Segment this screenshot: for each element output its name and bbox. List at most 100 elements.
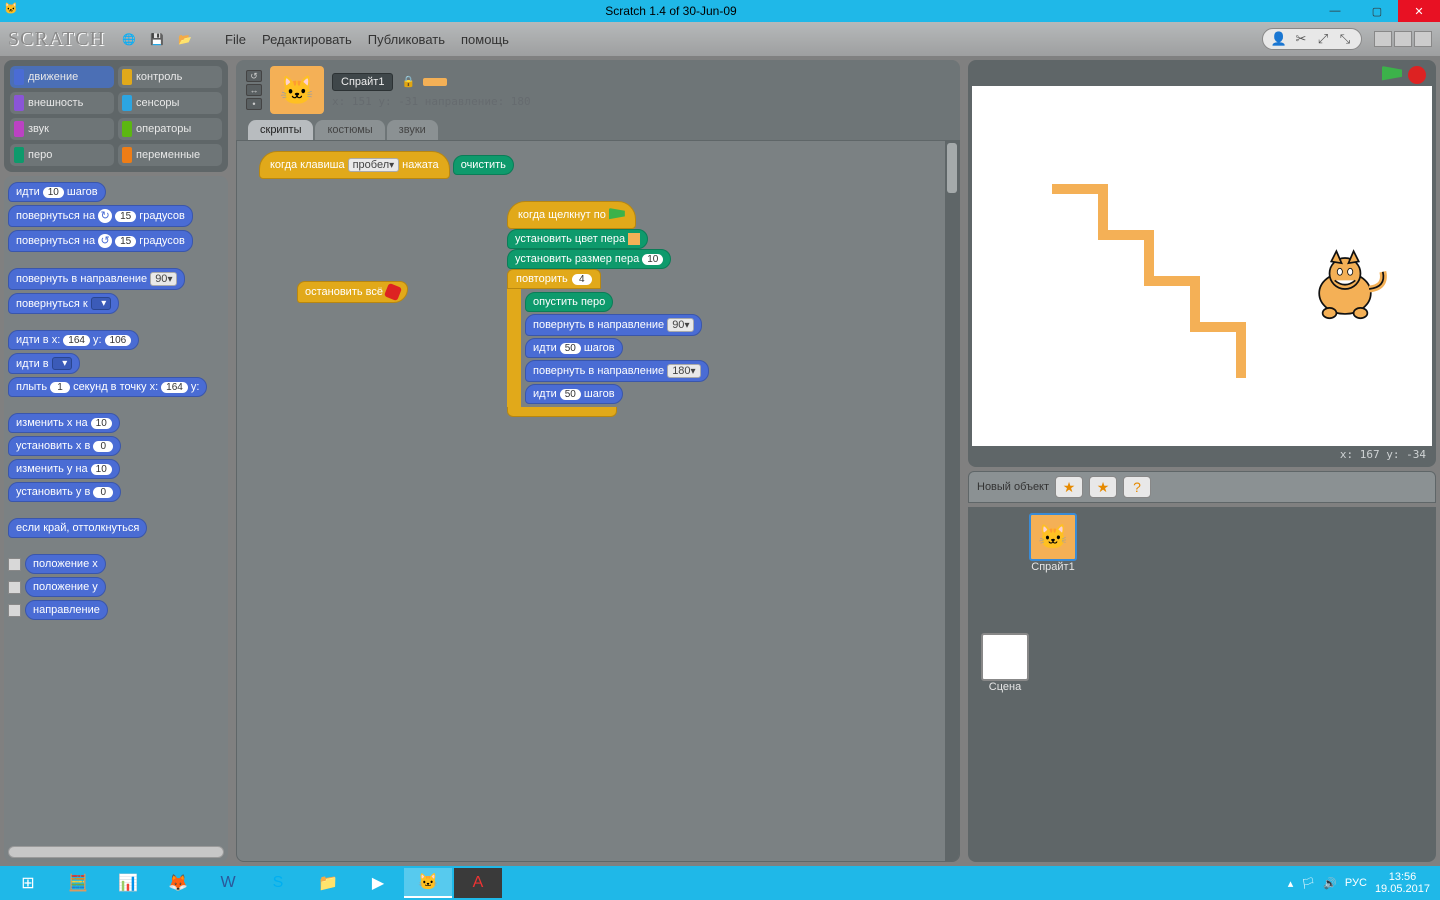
- shrink-icon[interactable]: ⤡: [1337, 31, 1353, 47]
- stop-button[interactable]: [1408, 66, 1426, 84]
- block-change-y[interactable]: изменить y на10: [8, 459, 120, 479]
- category-motion[interactable]: движение: [10, 66, 114, 88]
- surprise-sprite-button[interactable]: ?: [1123, 476, 1151, 498]
- direction-dropdown[interactable]: 90▾: [150, 272, 177, 286]
- taskbar-firefox[interactable]: 🦊: [154, 868, 202, 898]
- category-sound[interactable]: звук: [10, 118, 114, 140]
- script-area[interactable]: когда клавиша пробел▾ нажата очистить ос…: [236, 140, 960, 862]
- view-presentation-button[interactable]: [1414, 31, 1432, 47]
- goto-dropdown[interactable]: ▾: [52, 357, 73, 370]
- rotation-style-rotate[interactable]: ↺: [246, 70, 262, 82]
- checkbox-ypos[interactable]: [8, 581, 21, 594]
- taskbar-app-2[interactable]: 📊: [104, 868, 152, 898]
- stamp-icon[interactable]: 👤: [1271, 31, 1287, 47]
- hat-when-key[interactable]: когда клавиша пробел▾ нажата: [259, 151, 450, 179]
- block-goto-xy[interactable]: идти в x:164y:106: [8, 330, 139, 350]
- reporter-xpos[interactable]: положение x: [25, 554, 106, 574]
- script-2[interactable]: остановить всё: [297, 281, 408, 303]
- key-dropdown[interactable]: пробел▾: [348, 158, 400, 172]
- taskbar-skype[interactable]: S: [254, 868, 302, 898]
- block-turn-ccw[interactable]: повернуться на↺15градусов: [8, 230, 193, 252]
- category-pen[interactable]: перо: [10, 144, 114, 166]
- taskbar-word[interactable]: W: [204, 868, 252, 898]
- choose-sprite-button[interactable]: ★: [1089, 476, 1117, 498]
- taskbar-media[interactable]: ▶: [354, 868, 402, 898]
- tray-flag-icon[interactable]: 🏳: [1301, 877, 1315, 890]
- block-clear[interactable]: очистить: [453, 155, 514, 175]
- block-glide[interactable]: плыть1секунд в точку x:164y:: [8, 377, 207, 397]
- paint-sprite-button[interactable]: ★: [1055, 476, 1083, 498]
- stage[interactable]: [972, 86, 1432, 446]
- taskbar-scratch[interactable]: 🐱: [404, 868, 452, 898]
- tab-scripts[interactable]: скрипты: [248, 120, 313, 140]
- reporter-ypos[interactable]: положение y: [25, 577, 106, 597]
- taskbar-app-1[interactable]: 🧮: [54, 868, 102, 898]
- menu-file[interactable]: File: [221, 30, 250, 49]
- taskbar-explorer[interactable]: 📁: [304, 868, 352, 898]
- checkbox-direction[interactable]: [8, 604, 21, 617]
- sprite-name-field[interactable]: Спрайт1: [332, 73, 393, 91]
- start-button[interactable]: ⊞: [4, 868, 52, 898]
- minimize-button[interactable]: —: [1314, 0, 1356, 22]
- tab-costumes[interactable]: костюмы: [315, 120, 384, 140]
- menu-share[interactable]: Публиковать: [364, 30, 449, 49]
- lock-icon[interactable]: 🔒: [401, 75, 415, 88]
- category-operators[interactable]: операторы: [118, 118, 222, 140]
- menu-help[interactable]: помощь: [457, 30, 513, 49]
- hat-when-flag[interactable]: когда щелкнут по: [507, 201, 636, 229]
- sprite-card-sprite1[interactable]: 🐱 Спрайт1: [1026, 513, 1080, 573]
- script-3[interactable]: когда щелкнут по установить цвет пера ус…: [507, 201, 709, 417]
- checkbox-xpos[interactable]: [8, 558, 21, 571]
- block-stop-all[interactable]: остановить всё: [297, 281, 408, 303]
- script-scrollbar[interactable]: [945, 141, 959, 861]
- grow-icon[interactable]: ⤢: [1315, 31, 1331, 47]
- reporter-direction[interactable]: направление: [25, 600, 108, 620]
- tray-lang[interactable]: РУС: [1345, 877, 1367, 889]
- category-sensing[interactable]: сенсоры: [118, 92, 222, 114]
- view-normal-button[interactable]: [1394, 31, 1412, 47]
- category-looks[interactable]: внешность: [10, 92, 114, 114]
- block-change-x[interactable]: изменить x на10: [8, 413, 120, 433]
- close-button[interactable]: ✕: [1398, 0, 1440, 22]
- stage-sprite-cat[interactable]: [1302, 246, 1388, 332]
- block-point-direction[interactable]: повернуть в направление90▾: [8, 268, 185, 290]
- maximize-button[interactable]: ▢: [1356, 0, 1398, 22]
- category-control[interactable]: контроль: [118, 66, 222, 88]
- block-move-1[interactable]: идти50шагов: [525, 338, 623, 358]
- scrollbar-thumb[interactable]: [947, 143, 957, 193]
- block-turn-cw[interactable]: повернуться на↻15градусов: [8, 205, 193, 227]
- block-set-pen-color[interactable]: установить цвет пера: [507, 229, 648, 249]
- globe-icon[interactable]: 🌐: [119, 29, 139, 49]
- block-pen-down[interactable]: опустить перо: [525, 292, 613, 312]
- block-goto[interactable]: идти в ▾: [8, 353, 80, 374]
- block-point-2[interactable]: повернуть в направление180▾: [525, 360, 709, 382]
- rotation-style-none[interactable]: •: [246, 98, 262, 110]
- view-small-button[interactable]: [1374, 31, 1392, 47]
- scissors-icon[interactable]: ✂: [1293, 31, 1309, 47]
- save-icon[interactable]: 💾: [147, 29, 167, 49]
- block-move[interactable]: идти10шагов: [8, 182, 106, 202]
- point-towards-dropdown[interactable]: ▾: [91, 297, 112, 310]
- block-move-2[interactable]: идти50шагов: [525, 384, 623, 404]
- block-repeat[interactable]: повторить4 опустить перо повернуть в нап…: [507, 269, 709, 417]
- block-bounce[interactable]: если край, оттолкнуться: [8, 518, 147, 538]
- tab-sounds[interactable]: звуки: [387, 120, 438, 140]
- sprite-card-scene[interactable]: Сцена: [978, 633, 1032, 693]
- sprite-thumbnail[interactable]: 🐱: [270, 66, 324, 114]
- block-set-x[interactable]: установить x в0: [8, 436, 121, 456]
- script-1[interactable]: когда клавиша пробел▾ нажата очистить: [259, 151, 514, 179]
- taskbar-adobe[interactable]: A: [454, 868, 502, 898]
- tray-clock[interactable]: 13:56 19.05.2017: [1375, 871, 1430, 895]
- go-button[interactable]: [1382, 66, 1402, 84]
- tray-volume-icon[interactable]: 🔊: [1323, 877, 1337, 890]
- block-set-pen-size[interactable]: установить размер пера 10: [507, 249, 671, 269]
- block-point-1[interactable]: повернуть в направление90▾: [525, 314, 702, 336]
- rotation-style-flip[interactable]: ↔: [246, 84, 262, 96]
- tray-up-icon[interactable]: ▴: [1288, 877, 1294, 890]
- menu-edit[interactable]: Редактировать: [258, 30, 356, 49]
- color-swatch[interactable]: [628, 233, 640, 245]
- block-point-towards[interactable]: повернуться к ▾: [8, 293, 119, 314]
- palette-scrollbar[interactable]: [8, 846, 224, 858]
- block-set-y[interactable]: установить y в0: [8, 482, 121, 502]
- direction-indicator[interactable]: [423, 78, 447, 86]
